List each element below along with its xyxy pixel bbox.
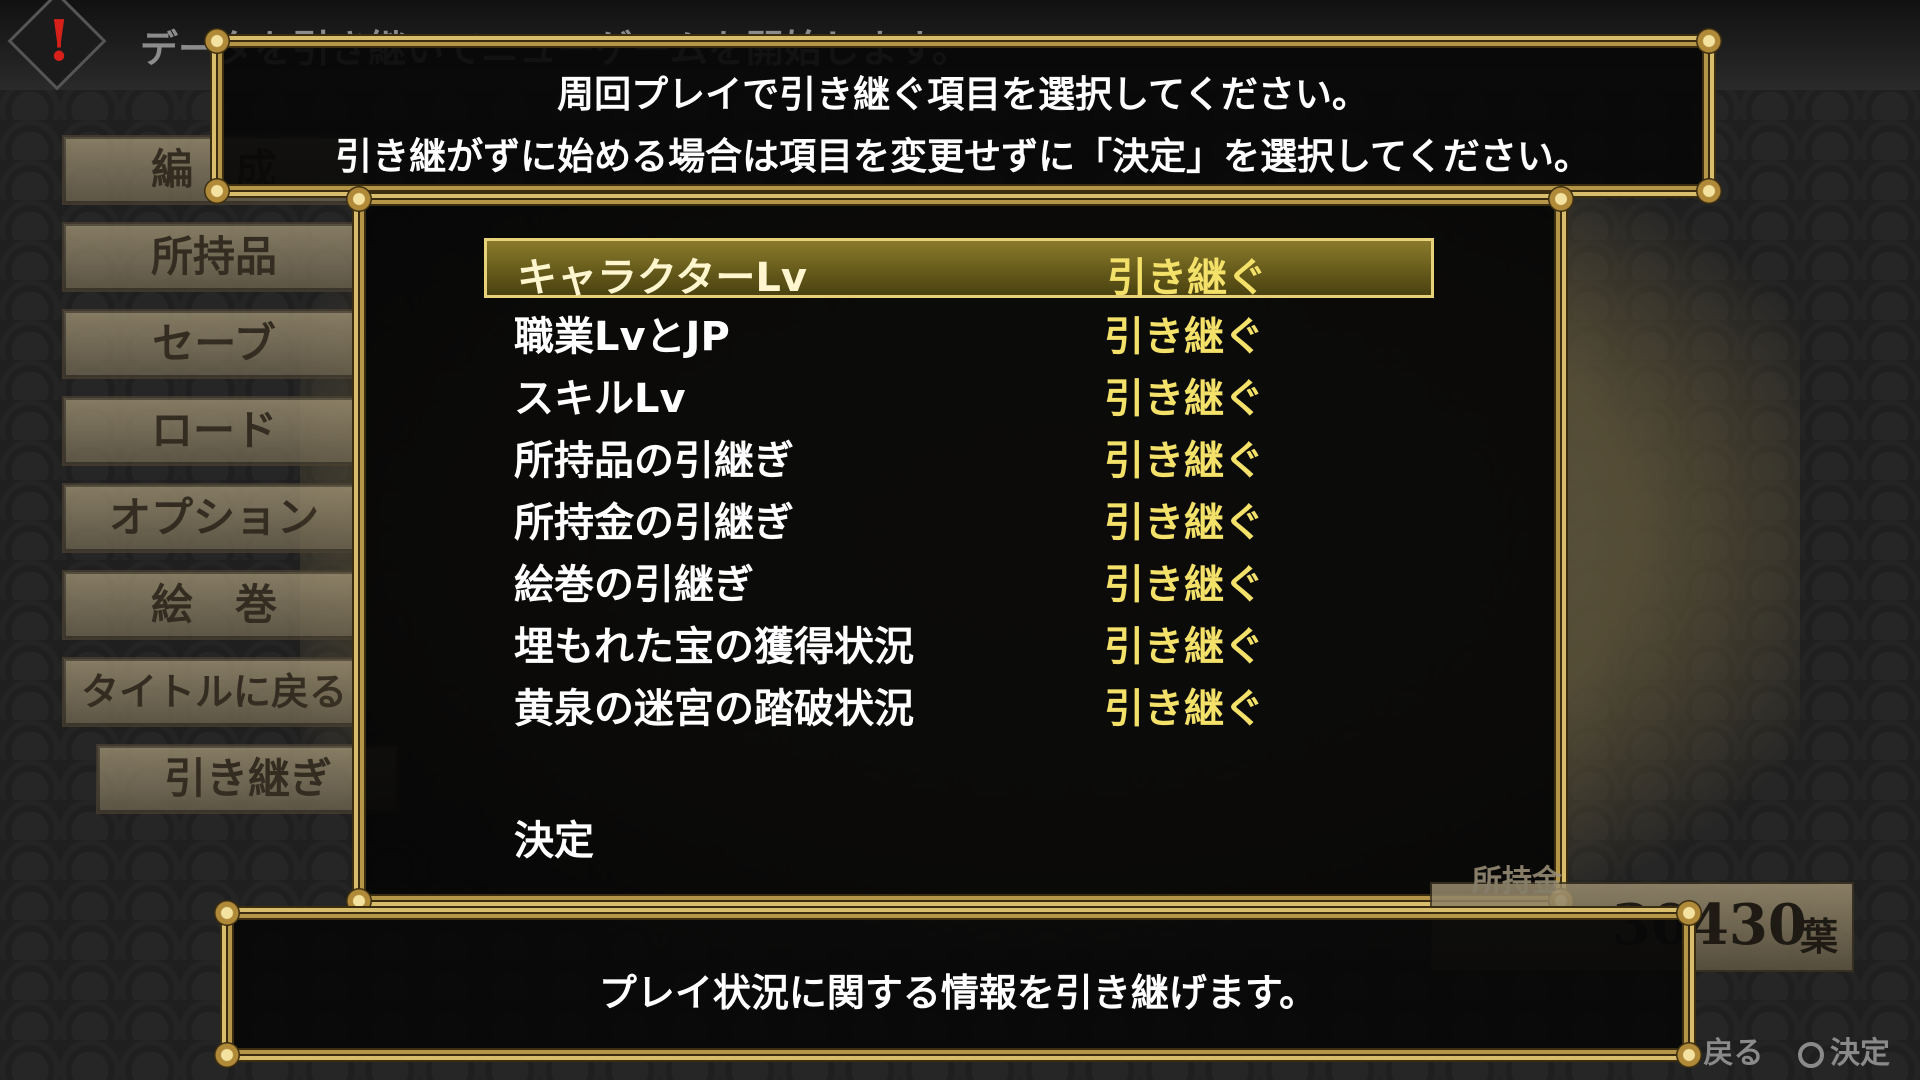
menu-item-label: オプション <box>108 493 319 542</box>
option-label: 埋もれた宝の獲得状況 <box>514 624 914 670</box>
option-label: キャラクターLv <box>517 255 807 301</box>
frame-ornament-icon <box>346 186 372 212</box>
option-label: 絵巻の引継ぎ <box>514 562 754 608</box>
carryover-option-money[interactable]: 所持金の引継ぎ 引き継ぐ <box>484 486 1434 546</box>
option-label: 職業LvとJP <box>514 314 730 360</box>
frame-ornament-icon <box>204 178 230 204</box>
hint-confirm[interactable]: 決定 <box>1798 1028 1890 1072</box>
carryover-option-items[interactable]: 所持品の引継ぎ 引き継ぐ <box>484 424 1434 484</box>
hint-back-label: 戻る <box>1703 1036 1764 1071</box>
option-value: 引き継ぐ <box>1107 255 1267 301</box>
hint-confirm-label: 決定 <box>1830 1036 1890 1071</box>
frame-ornament-icon <box>204 28 230 54</box>
menu-item-carryover[interactable]: 引き継ぎ <box>96 744 400 814</box>
money-caption: 所持金 <box>1472 864 1562 899</box>
option-label: 所持品の引継ぎ <box>514 438 794 484</box>
instruction-line-1: 周回プレイで引き継ぐ項目を選択してください。 <box>557 73 1369 116</box>
button-hints: 戻る 決定 <box>1680 1028 1890 1072</box>
menu-item-label: 絵 巻 <box>150 580 277 629</box>
instruction-line-2: 引き継がずに始める場合は項目を変更せずに「決定」を選択してください。 <box>335 135 1591 178</box>
confirm-button[interactable]: 決定 <box>514 808 594 866</box>
circle-button-icon <box>1798 1041 1824 1068</box>
carryover-option-yomi-labyrinth[interactable]: 黄泉の迷宮の踏破状況 引き継ぐ <box>484 672 1434 732</box>
option-label: 黄泉の迷宮の踏破状況 <box>514 686 914 732</box>
menu-item-items[interactable]: 所持品 <box>62 222 366 292</box>
menu-item-picture-scroll[interactable]: 絵 巻 <box>62 570 366 640</box>
menu-item-save[interactable]: セーブ <box>62 309 366 379</box>
menu-item-label: タイトルに戻る <box>80 669 347 714</box>
option-label: スキルLv <box>514 376 686 422</box>
menu-item-label: セーブ <box>152 319 276 368</box>
money-unit: 葉 <box>1800 914 1839 959</box>
carryover-option-skill-lv[interactable]: スキルLv 引き継ぐ <box>484 362 1434 422</box>
carryover-option-buried-treasure[interactable]: 埋もれた宝の獲得状況 引き継ぐ <box>484 610 1434 670</box>
menu-item-options[interactable]: オプション <box>62 483 366 553</box>
frame-ornament-icon <box>214 1042 240 1068</box>
warning-exclamation-icon: ! <box>46 8 72 74</box>
menu-item-label: 所持品 <box>150 232 277 281</box>
carryover-option-job-lv-jp[interactable]: 職業LvとJP 引き継ぐ <box>484 300 1434 360</box>
instruction-box: 周回プレイで引き継ぐ項目を選択してください。 引き継がずに始める場合は項目を変更… <box>204 28 1722 204</box>
option-value: 引き継ぐ <box>1104 314 1264 360</box>
option-value: 引き継ぐ <box>1104 376 1264 422</box>
description-box: プレイ状況に関する情報を引き継げます。 <box>214 900 1702 1068</box>
description-text: プレイ状況に関する情報を引き継げます。 <box>598 971 1318 1015</box>
menu-item-label: 引き継ぎ <box>163 754 332 803</box>
frame-ornament-icon <box>214 900 240 926</box>
option-value: 引き継ぐ <box>1104 500 1264 546</box>
carryover-option-picture-scroll[interactable]: 絵巻の引継ぎ 引き継ぐ <box>484 548 1434 608</box>
option-value: 引き継ぐ <box>1104 438 1264 484</box>
menu-item-load[interactable]: ロード <box>62 396 366 466</box>
carryover-panel: キャラクターLv 引き継ぐ 職業LvとJP 引き継ぐ スキルLv 引き継ぐ 所持… <box>346 186 1574 914</box>
option-label: 所持金の引継ぎ <box>514 500 794 546</box>
frame-ornament-icon <box>1548 186 1574 212</box>
hint-back[interactable]: 戻る <box>1704 1028 1764 1072</box>
carryover-option-character-lv[interactable]: キャラクターLv 引き継ぐ <box>484 238 1434 301</box>
frame-ornament-icon <box>1696 28 1722 54</box>
frame-ornament-icon <box>1696 178 1722 204</box>
option-value: 引き継ぐ <box>1104 624 1264 670</box>
menu-item-return-title[interactable]: タイトルに戻る <box>62 657 366 727</box>
frame-ornament-icon <box>1676 900 1702 926</box>
option-value: 引き継ぐ <box>1104 686 1264 732</box>
menu-item-label: ロード <box>150 406 277 455</box>
frame-ornament-icon <box>346 888 372 914</box>
option-value: 引き継ぐ <box>1104 562 1264 608</box>
